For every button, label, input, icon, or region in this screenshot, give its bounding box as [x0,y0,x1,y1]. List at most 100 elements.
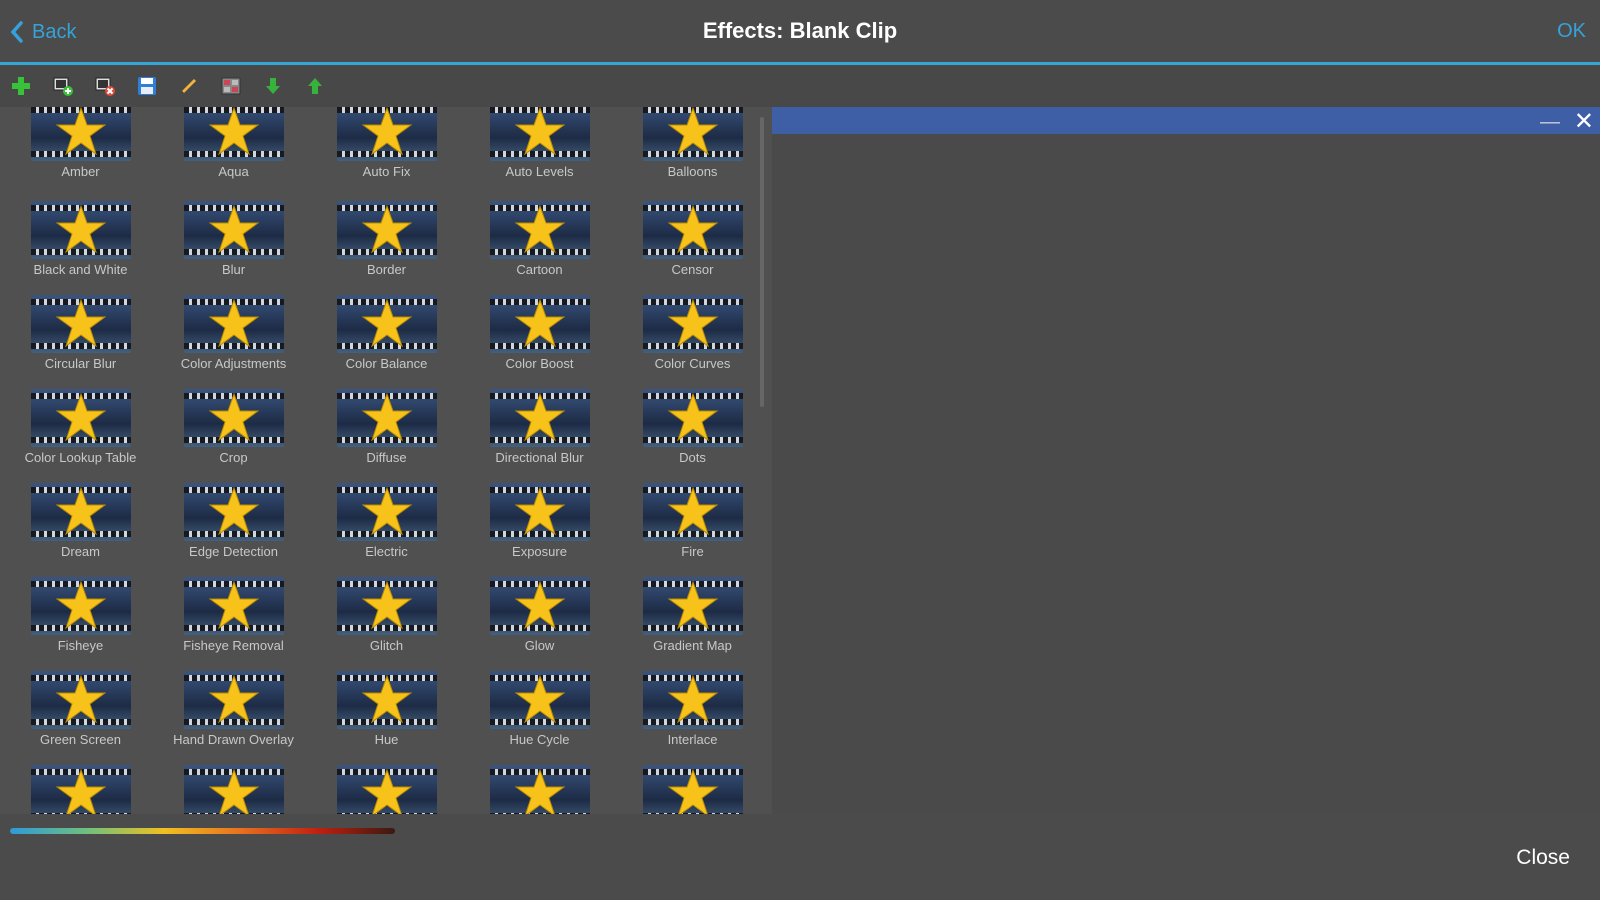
effect-thumbnail [30,671,131,729]
move-down-icon[interactable] [260,73,286,99]
effect-item[interactable]: Glitch [310,577,463,671]
effect-thumbnail [489,107,590,161]
effect-thumbnail [642,483,743,541]
effect-label: Dots [679,450,706,465]
bottom-bar: Close [0,814,1600,900]
effect-label: Green Screen [40,732,121,747]
move-up-icon[interactable] [302,73,328,99]
effect-item[interactable]: Electric [310,483,463,577]
effect-label: Color Adjustments [180,356,287,371]
effect-item[interactable]: Hue [310,671,463,765]
effect-label: Auto Levels [505,164,574,179]
effect-item[interactable]: Color Adjustments [157,295,310,389]
effect-item[interactable]: Cartoon [463,201,616,295]
effect-label: Edge Detection [189,544,278,559]
effect-item[interactable]: Exposure [463,483,616,577]
effect-item[interactable]: Auto Fix [310,107,463,201]
minimize-icon[interactable]: — [1540,111,1560,134]
effect-label: Border [366,262,407,277]
effect-item[interactable]: Balloons [616,107,769,201]
effect-item[interactable]: Black and White [4,201,157,295]
effect-thumbnail [183,295,284,353]
effect-label: Color Lookup Table [24,450,137,465]
effect-thumbnail [336,295,437,353]
effect-item[interactable]: Interlace [616,671,769,765]
effect-thumbnail [183,389,284,447]
effect-label: Electric [365,544,408,559]
edit-icon[interactable] [176,73,202,99]
effect-label: Exposure [512,544,567,559]
effect-item[interactable] [4,765,157,814]
effect-label: Interlace [667,732,718,747]
effect-label: Hue Cycle [509,732,570,747]
effect-thumbnail [642,389,743,447]
effect-item[interactable]: Color Curves [616,295,769,389]
effect-item[interactable] [310,765,463,814]
effect-label: Diffuse [366,450,407,465]
effect-thumbnail [336,389,437,447]
effect-label: Gradient Map [653,638,732,653]
close-icon[interactable]: ✕ [1574,107,1594,136]
effect-item[interactable]: Dots [616,389,769,483]
effect-item[interactable]: Fisheye Removal [157,577,310,671]
save-icon[interactable] [134,73,160,99]
effect-item[interactable]: Amber [4,107,157,201]
effect-thumbnail [30,107,131,161]
effect-item[interactable]: Border [310,201,463,295]
effect-item[interactable]: Directional Blur [463,389,616,483]
effect-item[interactable] [157,765,310,814]
effect-item[interactable]: Crop [157,389,310,483]
effect-item[interactable] [463,765,616,814]
effect-item[interactable]: Aqua [157,107,310,201]
effect-label: Dream [60,544,100,559]
effect-label: Aqua [218,164,249,179]
effect-thumbnail [642,295,743,353]
effect-thumbnail [489,577,590,635]
add-to-timeline-icon[interactable] [50,73,76,99]
effect-label: Color Curves [654,356,731,371]
effect-item[interactable]: Gradient Map [616,577,769,671]
effect-item[interactable]: Glow [463,577,616,671]
effect-item[interactable]: Circular Blur [4,295,157,389]
effect-item[interactable]: Edge Detection [157,483,310,577]
effect-label: Glow [524,638,555,653]
effect-thumbnail [30,295,131,353]
effect-item[interactable]: Hand Drawn Overlay [157,671,310,765]
effect-item[interactable] [616,765,769,814]
effect-item[interactable]: Blur [157,201,310,295]
effect-label: Censor [671,262,714,277]
effect-item[interactable]: Fisheye [4,577,157,671]
effect-label: Black and White [33,262,128,277]
effect-item[interactable]: Color Boost [463,295,616,389]
grid-icon[interactable] [218,73,244,99]
effect-item[interactable]: Color Balance [310,295,463,389]
effect-item[interactable]: Green Screen [4,671,157,765]
effect-item[interactable]: Diffuse [310,389,463,483]
effect-thumbnail [489,201,590,259]
effect-thumbnail [183,483,284,541]
effect-thumbnail [489,765,590,814]
effect-item[interactable]: Fire [616,483,769,577]
ok-button[interactable]: OK [1557,20,1586,43]
effect-thumbnail [642,765,743,814]
effect-item[interactable]: Hue Cycle [463,671,616,765]
add-icon[interactable] [8,73,34,99]
effect-item[interactable]: Auto Levels [463,107,616,201]
effect-item[interactable]: Dream [4,483,157,577]
effect-label: Fisheye Removal [183,638,284,653]
effect-thumbnail [30,201,131,259]
close-button[interactable]: Close [1516,846,1570,870]
effect-thumbnail [30,577,131,635]
title-bar: Back Effects: Blank Clip OK [0,0,1600,62]
effect-thumbnail [183,765,284,814]
effect-label: Auto Fix [362,164,411,179]
effect-item[interactable]: Color Lookup Table [4,389,157,483]
effects-scrollbar[interactable] [760,117,764,407]
effect-label: Color Balance [345,356,428,371]
preview-panel: — ✕ [772,107,1600,814]
remove-from-timeline-icon[interactable] [92,73,118,99]
effect-item[interactable]: Censor [616,201,769,295]
effect-thumbnail [183,107,284,161]
effect-thumbnail [336,201,437,259]
effect-label: Color Boost [505,356,574,371]
